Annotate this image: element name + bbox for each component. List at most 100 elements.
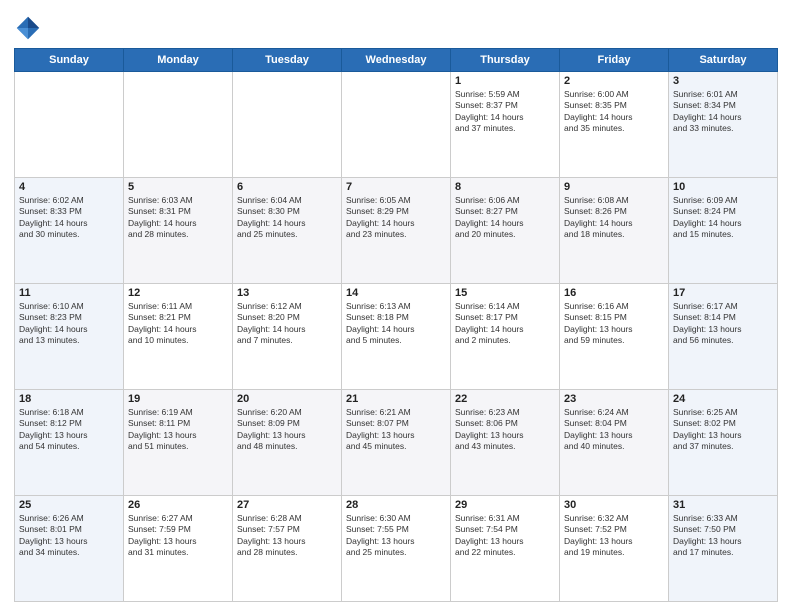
- cell-info: Sunrise: 6:11 AMSunset: 8:21 PMDaylight:…: [128, 301, 228, 347]
- day-number: 18: [19, 393, 119, 405]
- calendar-cell: 23 Sunrise: 6:24 AMSunset: 8:04 PMDayligh…: [560, 390, 669, 496]
- calendar-cell: 31 Sunrise: 6:33 AMSunset: 7:50 PMDayligh…: [669, 496, 778, 602]
- calendar-cell: 11 Sunrise: 6:10 AMSunset: 8:23 PMDayligh…: [15, 284, 124, 390]
- col-header-sunday: Sunday: [15, 49, 124, 72]
- day-number: 31: [673, 499, 773, 511]
- day-number: 29: [455, 499, 555, 511]
- day-number: 9: [564, 181, 664, 193]
- day-number: 10: [673, 181, 773, 193]
- calendar-cell: 21 Sunrise: 6:21 AMSunset: 8:07 PMDayligh…: [342, 390, 451, 496]
- cell-info: Sunrise: 6:05 AMSunset: 8:29 PMDaylight:…: [346, 195, 446, 241]
- cell-info: Sunrise: 6:18 AMSunset: 8:12 PMDaylight:…: [19, 407, 119, 453]
- cell-info: Sunrise: 6:02 AMSunset: 8:33 PMDaylight:…: [19, 195, 119, 241]
- day-number: 25: [19, 499, 119, 511]
- calendar-week-4: 18 Sunrise: 6:18 AMSunset: 8:12 PMDayligh…: [15, 390, 778, 496]
- calendar-cell: 15 Sunrise: 6:14 AMSunset: 8:17 PMDayligh…: [451, 284, 560, 390]
- col-header-thursday: Thursday: [451, 49, 560, 72]
- day-number: 4: [19, 181, 119, 193]
- cell-info: Sunrise: 6:14 AMSunset: 8:17 PMDaylight:…: [455, 301, 555, 347]
- cell-info: Sunrise: 6:21 AMSunset: 8:07 PMDaylight:…: [346, 407, 446, 453]
- calendar-cell: 9 Sunrise: 6:08 AMSunset: 8:26 PMDaylight…: [560, 178, 669, 284]
- calendar-cell: 26 Sunrise: 6:27 AMSunset: 7:59 PMDayligh…: [124, 496, 233, 602]
- calendar-cell: 7Sunrise: 6:05 AMSunset: 8:29 PMDaylight…: [342, 178, 451, 284]
- day-number: 6: [237, 181, 337, 193]
- cell-info: Sunrise: 6:04 AMSunset: 8:30 PMDaylight:…: [237, 195, 337, 241]
- day-number: 14: [346, 287, 446, 299]
- calendar-cell: 27Sunrise: 6:28 AMSunset: 7:57 PMDayligh…: [233, 496, 342, 602]
- day-number: 12: [128, 287, 228, 299]
- cell-info: Sunrise: 6:27 AMSunset: 7:59 PMDaylight:…: [128, 513, 228, 559]
- cell-info: Sunrise: 6:24 AMSunset: 8:04 PMDaylight:…: [564, 407, 664, 453]
- calendar-week-3: 11 Sunrise: 6:10 AMSunset: 8:23 PMDayligh…: [15, 284, 778, 390]
- cell-info: Sunrise: 6:09 AMSunset: 8:24 PMDaylight:…: [673, 195, 773, 241]
- calendar-cell: 16Sunrise: 6:16 AMSunset: 8:15 PMDayligh…: [560, 284, 669, 390]
- cell-info: Sunrise: 6:13 AMSunset: 8:18 PMDaylight:…: [346, 301, 446, 347]
- day-number: 20: [237, 393, 337, 405]
- calendar-cell: 18 Sunrise: 6:18 AMSunset: 8:12 PMDayligh…: [15, 390, 124, 496]
- calendar-cell: 1 Sunrise: 5:59 AMSunset: 8:37 PMDaylight…: [451, 72, 560, 178]
- logo-icon: [14, 14, 42, 42]
- day-number: 30: [564, 499, 664, 511]
- calendar-cell: 5 Sunrise: 6:03 AMSunset: 8:31 PMDaylight…: [124, 178, 233, 284]
- calendar-cell: 8Sunrise: 6:06 AMSunset: 8:27 PMDaylight…: [451, 178, 560, 284]
- day-number: 8: [455, 181, 555, 193]
- calendar-cell: 20 Sunrise: 6:20 AMSunset: 8:09 PMDayligh…: [233, 390, 342, 496]
- cell-info: Sunrise: 5:59 AMSunset: 8:37 PMDaylight:…: [455, 89, 555, 135]
- col-header-monday: Monday: [124, 49, 233, 72]
- calendar-cell: [15, 72, 124, 178]
- calendar-week-1: 1 Sunrise: 5:59 AMSunset: 8:37 PMDaylight…: [15, 72, 778, 178]
- cell-info: Sunrise: 6:23 AMSunset: 8:06 PMDaylight:…: [455, 407, 555, 453]
- day-number: 5: [128, 181, 228, 193]
- logo: [14, 14, 46, 42]
- cell-info: Sunrise: 6:25 AMSunset: 8:02 PMDaylight:…: [673, 407, 773, 453]
- cell-info: Sunrise: 6:20 AMSunset: 8:09 PMDaylight:…: [237, 407, 337, 453]
- calendar-cell: 19Sunrise: 6:19 AMSunset: 8:11 PMDayligh…: [124, 390, 233, 496]
- col-header-wednesday: Wednesday: [342, 49, 451, 72]
- cell-info: Sunrise: 6:03 AMSunset: 8:31 PMDaylight:…: [128, 195, 228, 241]
- cell-info: Sunrise: 6:10 AMSunset: 8:23 PMDaylight:…: [19, 301, 119, 347]
- day-number: 11: [19, 287, 119, 299]
- calendar-cell: 14 Sunrise: 6:13 AMSunset: 8:18 PMDayligh…: [342, 284, 451, 390]
- day-number: 16: [564, 287, 664, 299]
- day-number: 15: [455, 287, 555, 299]
- calendar-cell: 10 Sunrise: 6:09 AMSunset: 8:24 PMDayligh…: [669, 178, 778, 284]
- day-number: 3: [673, 75, 773, 87]
- page: SundayMondayTuesdayWednesdayThursdayFrid…: [0, 0, 792, 612]
- cell-info: Sunrise: 6:33 AMSunset: 7:50 PMDaylight:…: [673, 513, 773, 559]
- cell-info: Sunrise: 6:26 AMSunset: 8:01 PMDaylight:…: [19, 513, 119, 559]
- calendar-header-row: SundayMondayTuesdayWednesdayThursdayFrid…: [15, 49, 778, 72]
- calendar-cell: 2 Sunrise: 6:00 AMSunset: 8:35 PMDaylight…: [560, 72, 669, 178]
- day-number: 2: [564, 75, 664, 87]
- col-header-saturday: Saturday: [669, 49, 778, 72]
- calendar: SundayMondayTuesdayWednesdayThursdayFrid…: [14, 48, 778, 602]
- col-header-friday: Friday: [560, 49, 669, 72]
- calendar-cell: [342, 72, 451, 178]
- day-number: 27: [237, 499, 337, 511]
- calendar-week-5: 25 Sunrise: 6:26 AMSunset: 8:01 PMDayligh…: [15, 496, 778, 602]
- cell-info: Sunrise: 6:08 AMSunset: 8:26 PMDaylight:…: [564, 195, 664, 241]
- calendar-cell: 22 Sunrise: 6:23 AMSunset: 8:06 PMDayligh…: [451, 390, 560, 496]
- header: [14, 10, 778, 42]
- day-number: 26: [128, 499, 228, 511]
- day-number: 28: [346, 499, 446, 511]
- calendar-cell: 28 Sunrise: 6:30 AMSunset: 7:55 PMDayligh…: [342, 496, 451, 602]
- calendar-cell: 29 Sunrise: 6:31 AMSunset: 7:54 PMDayligh…: [451, 496, 560, 602]
- calendar-cell: 3Sunrise: 6:01 AMSunset: 8:34 PMDaylight…: [669, 72, 778, 178]
- calendar-cell: 6 Sunrise: 6:04 AMSunset: 8:30 PMDaylight…: [233, 178, 342, 284]
- calendar-cell: 24 Sunrise: 6:25 AMSunset: 8:02 PMDayligh…: [669, 390, 778, 496]
- cell-info: Sunrise: 6:30 AMSunset: 7:55 PMDaylight:…: [346, 513, 446, 559]
- day-number: 19: [128, 393, 228, 405]
- day-number: 1: [455, 75, 555, 87]
- day-number: 13: [237, 287, 337, 299]
- cell-info: Sunrise: 6:00 AMSunset: 8:35 PMDaylight:…: [564, 89, 664, 135]
- day-number: 22: [455, 393, 555, 405]
- day-number: 23: [564, 393, 664, 405]
- day-number: 24: [673, 393, 773, 405]
- cell-info: Sunrise: 6:31 AMSunset: 7:54 PMDaylight:…: [455, 513, 555, 559]
- cell-info: Sunrise: 6:32 AMSunset: 7:52 PMDaylight:…: [564, 513, 664, 559]
- cell-info: Sunrise: 6:17 AMSunset: 8:14 PMDaylight:…: [673, 301, 773, 347]
- day-number: 17: [673, 287, 773, 299]
- calendar-cell: [233, 72, 342, 178]
- day-number: 21: [346, 393, 446, 405]
- calendar-cell: 12 Sunrise: 6:11 AMSunset: 8:21 PMDayligh…: [124, 284, 233, 390]
